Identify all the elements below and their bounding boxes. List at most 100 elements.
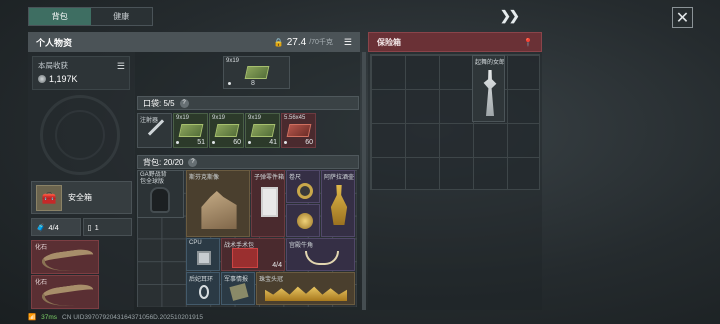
ammo-box-icon <box>250 124 276 137</box>
backpack-item[interactable]: 战术手术包 4/4 <box>221 238 285 271</box>
rarity-dot <box>212 141 215 144</box>
backpack-label: 背包: 20/20 <box>143 157 184 167</box>
weight-indicator: 🔒 27.4 /70千克 ☰ <box>274 37 352 48</box>
wifi-icon: 📶 <box>28 314 37 321</box>
rarity-dot <box>284 141 287 144</box>
item-name: 子弹零件箱 <box>254 175 285 181</box>
emblem-watermark-inner <box>55 110 105 160</box>
sphinx-statue-icon <box>201 191 237 229</box>
weight-value: 27.4 <box>286 36 307 48</box>
pockets-header: 口袋: 5/5 ? <box>137 96 359 110</box>
item-name: 5.56x45 <box>284 115 306 121</box>
wine-jug-icon <box>330 185 348 225</box>
safebox-icon: 🧰 <box>36 184 62 211</box>
tab-backpack[interactable]: 背包 <box>29 8 91 25</box>
pocket-item[interactable]: 注射器 <box>137 113 172 148</box>
dancer-statue-icon <box>483 70 497 116</box>
scrollbar[interactable] <box>362 52 366 310</box>
backpack-icon <box>150 187 170 213</box>
item-name: CPU <box>189 240 202 246</box>
personal-title: 个人物资 <box>36 37 73 48</box>
ammo-stack[interactable]: 9x19 8 <box>223 56 290 89</box>
lock-icon: 🔒 <box>273 37 284 47</box>
card-count[interactable]: ▯ 1 <box>82 218 132 236</box>
backpack-item[interactable]: 后妃耳环 <box>186 272 220 305</box>
item-name: GA野战背包全球版 <box>140 172 167 185</box>
earring-icon <box>199 285 209 299</box>
toolbox-icon: 🧳 <box>36 222 46 232</box>
item-count: 41 <box>269 139 277 146</box>
ammo-count: 8 <box>251 80 255 87</box>
backpack-item[interactable]: 珠宝头冠 <box>256 272 355 305</box>
ammo-box-icon <box>214 124 240 137</box>
medkit-icon <box>232 248 258 268</box>
income-value: 1,197K <box>49 74 78 84</box>
item-count: 51 <box>197 139 205 146</box>
backpack-item[interactable]: 宫殿牛角 <box>286 238 355 271</box>
item-name: 注射器 <box>140 118 159 124</box>
close-icon[interactable]: ✕ <box>672 7 693 28</box>
ping-value: 37ms <box>41 313 57 321</box>
item-name: 军事情报 <box>224 277 249 283</box>
cpu-chip-icon <box>197 251 211 265</box>
backpack-header: 背包: 20/20 ? <box>137 155 359 169</box>
income-card: 本局收获 1,197K ☰ <box>32 56 130 90</box>
safe-item[interactable]: 起舞的女郎 <box>472 55 505 122</box>
inventory-tabs: 背包 健康 <box>28 7 153 26</box>
backpack-item[interactable]: 斯芬克斯像 <box>186 170 250 237</box>
sort-list-icon[interactable]: ☰ <box>344 37 352 48</box>
ammo-box-icon <box>286 124 312 137</box>
backpack-item[interactable]: 子弹零件箱 <box>251 170 285 237</box>
expand-chevron-icon[interactable]: ❯❯ <box>500 8 520 24</box>
rarity-dot <box>176 141 179 144</box>
claw-icon <box>40 247 96 275</box>
backpack-item[interactable] <box>286 204 320 237</box>
item-count: 60 <box>233 139 241 146</box>
fossil-label: 化石 <box>35 245 48 251</box>
item-count: 60 <box>305 139 313 146</box>
safebox-slot[interactable]: 🧰 安全箱 <box>31 181 132 214</box>
help-icon[interactable]: ? <box>179 98 189 108</box>
item-name: 9x19 <box>212 115 226 121</box>
help-icon[interactable]: ? <box>188 157 198 167</box>
horn-necklace-icon <box>305 251 339 265</box>
safebox-label: 安全箱 <box>68 193 92 202</box>
safe-title: 保险箱 <box>377 37 401 47</box>
ammo-box-icon <box>178 124 204 137</box>
item-name: 后妃耳环 <box>189 277 214 283</box>
ammo-box-icon <box>244 66 270 79</box>
tape-measure-icon <box>297 183 313 199</box>
backpack-item[interactable]: 军事情报 <box>221 272 255 305</box>
backpack-item[interactable]: CPU <box>186 238 220 271</box>
income-value-row: 1,197K <box>38 74 124 84</box>
fossil-label: 化石 <box>35 280 48 286</box>
ammo-name: 9x19 <box>226 58 240 64</box>
item-name: 卷尺 <box>289 175 302 181</box>
safe-grid <box>370 54 540 190</box>
location-pin-icon[interactable]: 📍 <box>523 38 533 47</box>
item-count: 4/4 <box>272 262 282 269</box>
bullet-case-icon <box>261 187 278 217</box>
list-icon[interactable]: ☰ <box>117 61 125 72</box>
backpack-item[interactable]: 阿萨拉酒壶 <box>321 170 355 237</box>
crown-icon <box>265 286 347 301</box>
item-name: 斯芬克斯像 <box>189 175 220 181</box>
rarity-dot <box>248 141 251 144</box>
income-label: 本局收获 <box>38 61 68 70</box>
fossil-item[interactable]: 化石 <box>31 275 99 310</box>
pockets-label: 口袋: 5/5 <box>143 98 175 108</box>
item-name: 起舞的女郎 <box>475 60 505 66</box>
pocket-item[interactable]: 9x19 60 <box>209 113 244 148</box>
item-name: 阿萨拉酒壶 <box>324 175 355 181</box>
pocket-item[interactable]: 9x19 41 <box>245 113 280 148</box>
card-icon: ▯ <box>87 222 92 232</box>
pocket-item[interactable]: 5.56x45 60 <box>281 113 316 148</box>
pocket-item[interactable]: 9x19 51 <box>173 113 208 148</box>
backpack-slot-bag[interactable]: GA野战背包全球版 <box>137 170 184 218</box>
weight-max: /70千克 <box>309 39 333 46</box>
backpack-item[interactable]: 卷尺 <box>286 170 320 203</box>
fossil-item[interactable]: 化石 <box>31 240 99 275</box>
tab-health[interactable]: 健康 <box>91 8 153 25</box>
slot-counts: 🧳 4/4 ▯ 1 <box>31 218 132 236</box>
toolbox-count[interactable]: 🧳 4/4 <box>31 218 81 236</box>
